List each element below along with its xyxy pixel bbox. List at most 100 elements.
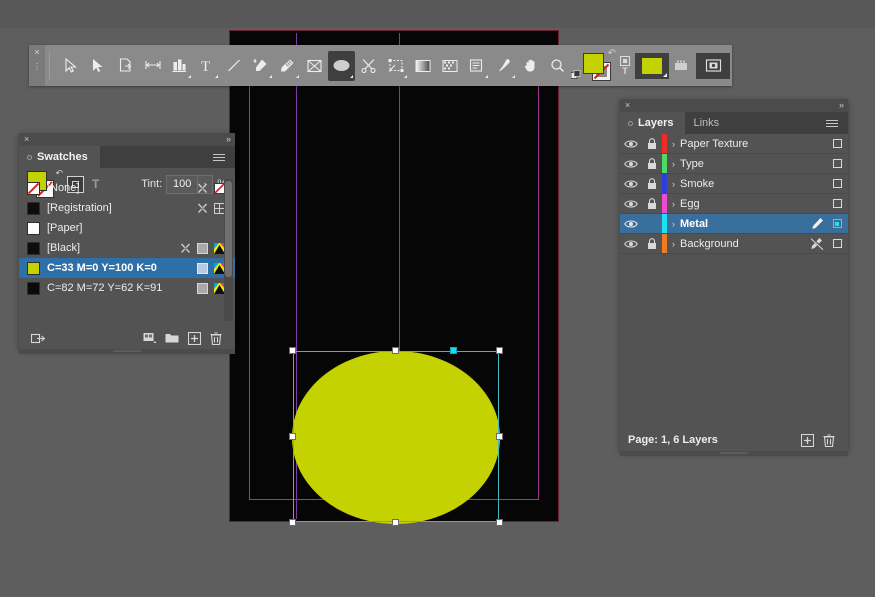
lock-icon[interactable] [642,137,662,150]
tab-links[interactable]: Links [685,112,731,134]
page-tool[interactable] [112,51,139,81]
layer-target-icon[interactable] [826,159,848,168]
toolbar-tools[interactable]: T [54,45,575,86]
swatch-row-selected[interactable]: C=33 M=0 Y=100 K=0 [19,258,235,278]
swatches-scrollbar-thumb[interactable] [225,181,232,277]
layer-target-icon[interactable] [826,139,848,148]
collapse-icon[interactable]: » [226,135,231,144]
layers-panel-resize-grip[interactable] [620,451,848,456]
delete-swatch-icon[interactable] [205,331,227,345]
layer-target-icon[interactable] [826,239,848,248]
ellipse-tool[interactable] [328,50,355,81]
zoom-tool[interactable] [544,51,571,81]
formatting-affects-group[interactable]: T [615,55,635,76]
new-color-group-icon[interactable] [161,332,183,344]
eyedropper-tool[interactable] [490,51,517,81]
handle-bottom-left[interactable] [289,519,296,526]
lock-icon[interactable] [642,157,662,170]
swatch-row-dark[interactable]: C=82 M=72 Y=62 K=91 [19,278,235,298]
swatches-panel-titlebar[interactable]: × » [19,133,235,146]
swatch-row-paper[interactable]: [Paper] [19,218,235,238]
handle-top-center[interactable] [392,347,399,354]
pencil-tool[interactable] [274,51,301,81]
layer-target-icon[interactable] [826,179,848,188]
layer-row-egg[interactable]: › Egg [620,194,848,214]
close-icon[interactable]: × [625,101,630,110]
visibility-eye-icon[interactable] [620,139,642,149]
delete-layer-icon[interactable] [818,433,840,447]
formatting-affects-text-icon[interactable]: T [622,66,628,76]
apply-color-button[interactable] [635,52,669,79]
handle-middle-left[interactable] [289,432,296,440]
scissors-tool[interactable] [355,51,382,81]
swatches-panel-resize-grip[interactable] [19,349,235,354]
pen-tool[interactable] [247,51,274,81]
selection-tool[interactable] [58,51,85,81]
note-tool[interactable] [463,51,490,81]
new-swatch-icon[interactable] [183,331,205,345]
swap-fill-stroke-icon[interactable]: ↶ [608,48,616,59]
swatches-panel-menu-icon[interactable] [213,146,235,168]
handle-top-right-active[interactable] [450,347,457,354]
layers-panel-titlebar[interactable]: × » [620,99,848,112]
layer-row-type[interactable]: › Type [620,154,848,174]
swatches-scrollbar[interactable] [224,179,233,321]
visibility-eye-icon[interactable] [620,239,642,249]
swatches-panel-footer[interactable] [19,327,235,349]
handle-top-right[interactable] [496,347,503,354]
toolbar-grip[interactable]: × ⋮ [29,45,45,86]
layer-disclosure-icon[interactable]: › [667,139,680,149]
add-to-library-icon[interactable] [27,332,49,345]
layer-disclosure-icon[interactable]: › [667,199,680,209]
layer-row-background[interactable]: › Background [620,234,848,254]
rectangle-frame-tool[interactable] [301,51,328,81]
direct-selection-tool[interactable] [85,51,112,81]
type-tool[interactable]: T [193,51,220,81]
handle-bottom-center[interactable] [392,519,399,526]
collapse-icon[interactable]: » [839,101,844,110]
hand-tool[interactable] [517,51,544,81]
layer-disclosure-icon[interactable]: › [667,159,680,169]
default-fill-stroke-icon[interactable] [570,69,581,80]
formatting-affects-container-icon[interactable] [620,55,630,66]
lock-icon[interactable] [642,197,662,210]
content-collector-tool[interactable] [166,51,193,81]
layer-target-icon[interactable] [826,199,848,208]
toolbar-close-icon[interactable]: × [34,48,39,57]
tools-panel[interactable]: × ⋮ T ↶ T [29,45,732,86]
screen-mode-button[interactable] [696,52,730,79]
handle-top-left[interactable] [289,347,296,354]
layers-tab-row[interactable]: Layers Links [620,112,848,134]
layer-disclosure-icon[interactable]: › [667,239,680,249]
visibility-eye-icon[interactable] [620,199,642,209]
layers-panel[interactable]: × » Layers Links › Paper Texture › Type … [620,99,848,456]
toolbar-color-controls[interactable]: ↶ T [570,45,732,86]
new-color-theme-icon[interactable] [139,332,161,344]
swatch-row-black[interactable]: [Black] [19,238,235,258]
selected-ellipse[interactable] [289,347,503,526]
line-tool[interactable] [220,51,247,81]
fill-stroke-swatch[interactable]: ↶ [570,48,616,81]
layers-panel-menu-icon[interactable] [826,112,848,134]
swatch-row-none[interactable]: [None] [19,178,235,198]
tab-swatches[interactable]: Swatches [19,146,100,168]
fill-swatch[interactable] [583,52,604,74]
apply-gradient-button[interactable] [669,51,696,81]
close-icon[interactable]: × [24,135,29,144]
layer-disclosure-icon[interactable]: › [667,219,680,229]
visibility-eye-icon[interactable] [620,179,642,189]
swatch-row-registration[interactable]: [Registration] [19,198,235,218]
layers-panel-footer[interactable]: Page: 1, 6 Layers [620,429,848,451]
layers-list[interactable]: › Paper Texture › Type › Smoke › Egg › M… [620,134,848,429]
layer-row-paper-texture[interactable]: › Paper Texture [620,134,848,154]
lock-icon[interactable] [642,177,662,190]
swatches-list[interactable]: [None] [Registration] [Paper] [Black] C=… [19,178,235,323]
lock-icon[interactable] [642,237,662,250]
layer-row-smoke[interactable]: › Smoke [620,174,848,194]
layer-target-icon-active[interactable] [826,219,848,228]
tab-layers[interactable]: Layers [620,112,686,134]
gap-tool[interactable] [139,51,166,81]
free-transform-tool[interactable] [382,51,409,81]
gradient-feather-tool[interactable] [436,51,463,81]
handle-middle-right[interactable] [496,432,503,440]
